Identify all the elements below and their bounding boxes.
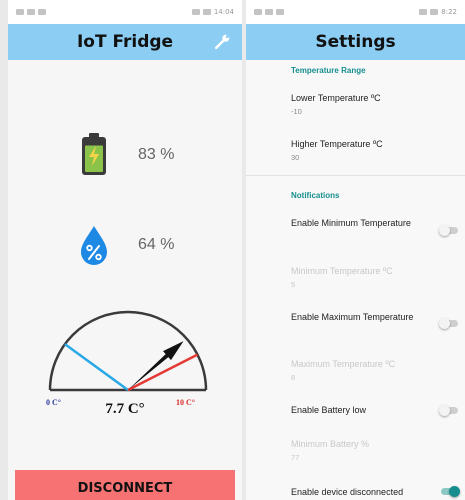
humidity-stat: 64 % — [8, 222, 242, 282]
humidity-value: 64 % — [138, 236, 175, 253]
enable-device-disconnected-switch[interactable] — [439, 486, 460, 497]
pref-value: -10 — [291, 107, 302, 116]
enable-max-temperature-pref[interactable]: Enable Maximum Temperature — [291, 311, 426, 323]
minimum-battery-pref: Minimum Battery % 77 — [291, 438, 456, 462]
enable-device-disconnected-pref[interactable]: Enable device disconnected — [291, 486, 426, 498]
pref-value: 30 — [291, 153, 300, 162]
status-time: 14:04 — [213, 8, 234, 16]
battery-stat: 83 % — [8, 132, 242, 192]
maximum-temperature-pref: Maximum Temperature ºC 8 — [291, 358, 456, 382]
notification-icon — [38, 9, 46, 15]
gauge-low-limit-line — [64, 343, 129, 392]
gauge-value-label: 7.7 C° — [105, 401, 145, 417]
enable-min-temperature-switch[interactable] — [439, 225, 459, 236]
minimum-temperature-pref: Minimum Temperature ºC 5 — [291, 265, 456, 289]
signal-icon — [254, 9, 262, 15]
enable-max-temperature-switch[interactable] — [439, 318, 459, 329]
wifi-icon — [265, 9, 273, 15]
settings-screen: 8:22 Settings — [246, 0, 465, 500]
pref-label: Enable Battery low — [291, 405, 367, 415]
status-bar: 14:04 — [8, 0, 242, 24]
enable-min-temperature-pref[interactable]: Enable Minimum Temperature — [291, 217, 426, 229]
water-drop-percent-icon — [81, 226, 107, 265]
app-bar: IoT Fridge — [8, 24, 242, 60]
status-time: 8:22 — [441, 8, 457, 16]
app-bar: Settings — [246, 24, 465, 60]
iot-fridge-screen: 14:04 IoT Fridge 83 % 64 % 0 C° 10 C° 7.… — [8, 0, 242, 500]
bluetooth-icon — [191, 9, 200, 15]
pref-label: Minimum Temperature ºC — [291, 266, 393, 276]
notifications-header: Notifications — [291, 191, 340, 200]
signal-icons — [16, 9, 46, 15]
pref-label: Maximum Temperature ºC — [291, 359, 396, 369]
lower-temperature-pref[interactable]: Lower Temperature ºC -10 — [291, 92, 456, 116]
status-bar: 8:22 — [246, 0, 465, 24]
pref-label: Enable Minimum Temperature — [291, 218, 411, 228]
battery-value: 83 % — [138, 146, 175, 163]
wifi-icon — [27, 9, 35, 15]
pref-value: 8 — [291, 373, 296, 382]
battery-status-icon — [430, 9, 439, 15]
pref-label: Minimum Battery % — [291, 439, 370, 449]
pref-label: Enable device disconnected — [291, 487, 404, 497]
pref-value: 5 — [291, 280, 296, 289]
pref-label: Enable Maximum Temperature — [291, 312, 414, 322]
app-title: IoT Fridge — [76, 32, 174, 52]
bluetooth-icon — [419, 9, 428, 15]
pref-value: 77 — [291, 453, 300, 462]
disconnect-button[interactable]: DISCONNECT — [15, 470, 235, 500]
enable-battery-low-switch[interactable] — [439, 405, 459, 416]
higher-temperature-pref[interactable]: Higher Temperature ºC 30 — [291, 138, 456, 162]
notification-icon — [276, 9, 284, 15]
enable-battery-low-pref[interactable]: Enable Battery low — [291, 404, 426, 416]
wrench-settings-icon[interactable] — [212, 32, 232, 52]
pref-label: Lower Temperature ºC — [291, 93, 381, 103]
settings-title: Settings — [315, 32, 396, 52]
battery-icon — [82, 133, 106, 175]
battery-status-icon — [202, 9, 211, 15]
temperature-range-header: Temperature Range — [291, 66, 366, 75]
pref-label: Higher Temperature ºC — [291, 139, 383, 149]
section-divider — [246, 175, 465, 176]
signal-icon — [16, 9, 24, 15]
